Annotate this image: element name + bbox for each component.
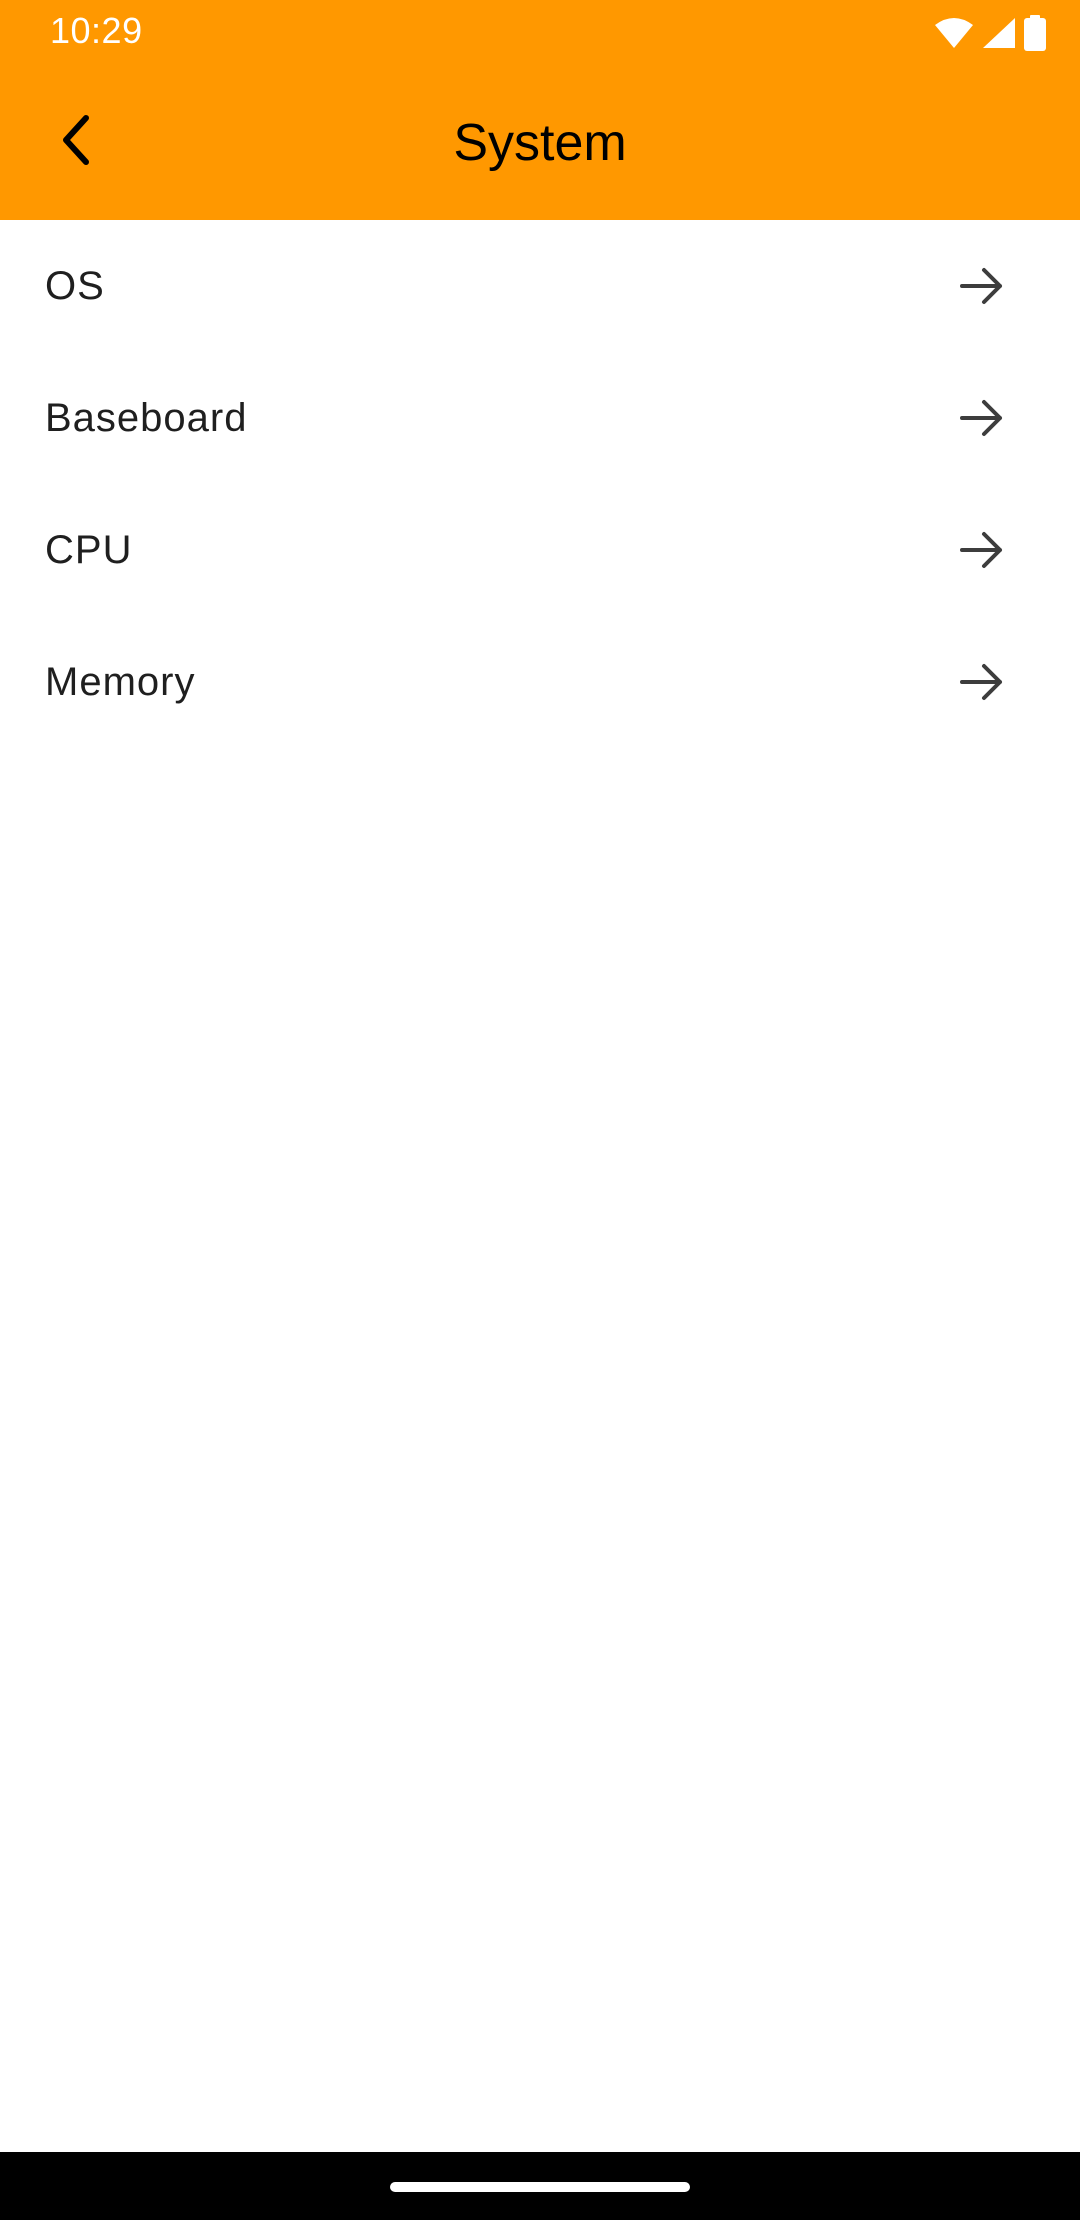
list-item-cpu[interactable]: CPU [0, 484, 1080, 616]
list-item-memory[interactable]: Memory [0, 616, 1080, 748]
list-item-os[interactable]: OS [0, 220, 1080, 352]
status-time: 10:29 [50, 10, 143, 51]
signal-icon [982, 17, 1016, 49]
back-button[interactable] [36, 102, 116, 182]
gesture-handle[interactable] [390, 2182, 690, 2192]
status-bar: 10:29 [0, 0, 1080, 66]
arrow-right-icon [956, 392, 1008, 444]
list-item-label: OS [45, 263, 105, 308]
screen: 10:29 System OS Baseboard CPU Memory [0, 0, 1080, 2220]
chevron-left-icon [54, 112, 98, 173]
list-item-label: CPU [45, 527, 133, 572]
app-bar: System [0, 66, 1080, 220]
header: 10:29 System [0, 0, 1080, 220]
menu-list: OS Baseboard CPU Memory [0, 220, 1080, 748]
list-item-label: Memory [45, 659, 196, 704]
navigation-bar [0, 2152, 1080, 2220]
arrow-right-icon [956, 524, 1008, 576]
status-icons [934, 14, 1046, 52]
arrow-right-icon [956, 656, 1008, 708]
arrow-right-icon [956, 260, 1008, 312]
list-item-baseboard[interactable]: Baseboard [0, 352, 1080, 484]
battery-icon [1024, 15, 1046, 51]
list-item-label: Baseboard [45, 395, 248, 440]
wifi-icon [934, 17, 974, 49]
page-title: System [453, 114, 627, 172]
